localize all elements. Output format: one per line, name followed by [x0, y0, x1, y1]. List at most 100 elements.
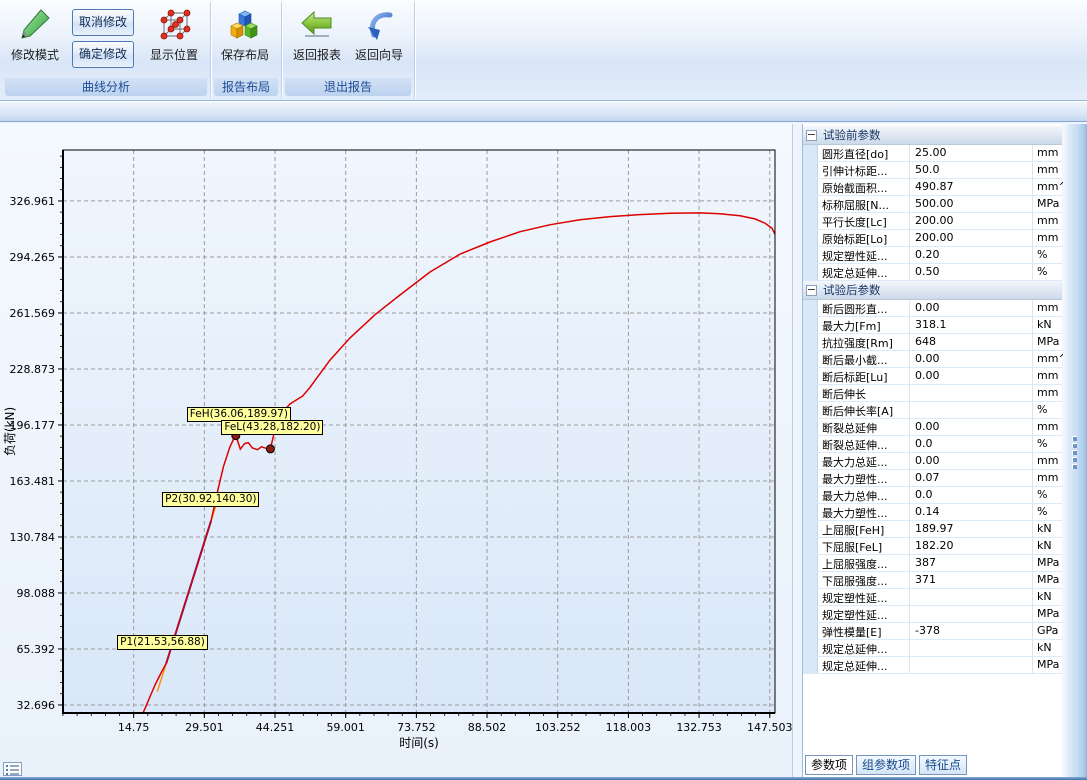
row-gutter	[803, 145, 818, 161]
cell-name: 规定塑性延...	[818, 606, 910, 622]
table-row[interactable]: 上屈服[FeH]189.97kN	[803, 521, 1062, 538]
panel-splitter[interactable]	[1063, 124, 1087, 777]
table-row[interactable]: 最大力塑性...0.07mm	[803, 470, 1062, 487]
x-axis-title: 时间(s)	[399, 736, 439, 750]
point-label-P1[interactable]: P1(21.53,56.88)	[117, 635, 208, 650]
cell-val: 0.00	[910, 300, 1033, 316]
cell-unit: MPa	[1033, 572, 1062, 588]
cell-val: 0.0	[910, 487, 1033, 503]
table-row[interactable]: 规定总延伸...kN	[803, 640, 1062, 657]
table-row[interactable]: 原始截面积...490.87mm^2	[803, 179, 1062, 196]
cell-name: 规定总延伸...	[818, 640, 910, 656]
cubes-icon	[226, 5, 264, 45]
cell-unit: mm	[1033, 470, 1062, 486]
table-row[interactable]: 规定总延伸...0.50%	[803, 264, 1062, 281]
row-gutter	[803, 504, 818, 520]
cell-unit: %	[1033, 487, 1062, 503]
cell-unit: mm	[1033, 145, 1062, 161]
table-row[interactable]: 引伸计标距...50.0mm	[803, 162, 1062, 179]
caption-bar	[0, 101, 1087, 122]
table-row[interactable]: 断后伸长mm	[803, 385, 1062, 402]
splitter-grip	[1072, 436, 1077, 471]
cancel-modify-button[interactable]: 取消修改	[72, 9, 134, 36]
cell-unit: kN	[1033, 538, 1062, 554]
point-dot-FeL	[266, 445, 274, 453]
table-row[interactable]: 断后标距[Lu]0.00mm	[803, 368, 1062, 385]
cell-val: 371	[910, 572, 1033, 588]
show-position-button[interactable]: 显示位置	[142, 5, 206, 63]
collapse-icon[interactable]	[806, 285, 817, 296]
table-row[interactable]: 规定总延伸...MPa	[803, 657, 1062, 674]
cell-name: 弹性模量[E]	[818, 623, 910, 639]
cell-unit: mm	[1033, 162, 1062, 178]
cell-val: 0.0	[910, 436, 1033, 452]
table-row[interactable]: 最大力塑性...0.14%	[803, 504, 1062, 521]
cell-name: 引伸计标距...	[818, 162, 910, 178]
table-row[interactable]: 断裂总延伸...0.0%	[803, 436, 1062, 453]
cell-name: 上屈服强度...	[818, 555, 910, 571]
table-row[interactable]: 上屈服强度...387MPa	[803, 555, 1062, 572]
table-row[interactable]: 平行长度[Lc]200.00mm	[803, 213, 1062, 230]
cell-name: 规定总延伸...	[818, 657, 910, 673]
cell-name: 断后最小截...	[818, 351, 910, 367]
table-row[interactable]: 标称屈服[N...500.00MPa	[803, 196, 1062, 213]
load-time-chart[interactable]: 14.7529.50144.25159.00173.75288.502103.2…	[0, 124, 793, 777]
group-label-curve-analysis: 曲线分析	[5, 78, 207, 96]
cell-val	[910, 385, 1033, 401]
tab-特征点[interactable]: 特征点	[919, 755, 967, 775]
save-layout-button[interactable]: 保存布局	[214, 5, 276, 63]
cell-name: 最大力总延...	[818, 453, 910, 469]
cell-name: 断后标距[Lu]	[818, 368, 910, 384]
cell-unit: MPa	[1033, 606, 1062, 622]
table-row[interactable]: 下屈服[FeL]182.20kN	[803, 538, 1062, 555]
cell-name: 标称屈服[N...	[818, 196, 910, 212]
y-tick-label: 261.569	[10, 307, 56, 320]
table-row[interactable]: 规定塑性延...kN	[803, 589, 1062, 606]
cell-name: 最大力[Fm]	[818, 317, 910, 333]
table-row[interactable]: 断后圆形直...0.00mm	[803, 300, 1062, 317]
row-gutter	[803, 368, 818, 384]
cell-val: 500.00	[910, 196, 1033, 212]
cell-val: 182.20	[910, 538, 1033, 554]
y-tick-label: 163.481	[10, 475, 56, 488]
point-label-FeL[interactable]: FeL(43.28,182.20)	[221, 420, 323, 435]
parameter-table: 试验前参数圆形直径[do]25.00mm引伸计标距...50.0mm原始截面积.…	[803, 126, 1062, 674]
cell-val: 25.00	[910, 145, 1033, 161]
section-header[interactable]: 试验前参数	[803, 126, 1062, 145]
return-report-button[interactable]: 返回报表	[288, 5, 346, 63]
table-row[interactable]: 断后伸长率[A]%	[803, 402, 1062, 419]
modify-mode-label: 修改模式	[11, 46, 59, 63]
x-tick-label: 59.001	[326, 721, 365, 734]
table-row[interactable]: 最大力总延...0.00mm	[803, 453, 1062, 470]
cell-val	[910, 606, 1033, 622]
table-row[interactable]: 断后最小截...0.00mm^2	[803, 351, 1062, 368]
y-tick-label: 98.088	[17, 587, 56, 600]
point-label-P2[interactable]: P2(30.92,140.30)	[162, 492, 259, 507]
row-gutter	[803, 487, 818, 503]
table-row[interactable]: 断裂总延伸0.00mm	[803, 419, 1062, 436]
row-gutter	[803, 402, 818, 418]
tab-组参数项[interactable]: 组参数项	[856, 755, 916, 775]
cell-val: 318.1	[910, 317, 1033, 333]
group-label-exit-report: 退出报告	[285, 78, 411, 96]
cell-val: 189.97	[910, 521, 1033, 537]
table-row[interactable]: 规定塑性延... MPa	[803, 606, 1062, 623]
collapse-icon[interactable]	[806, 130, 817, 141]
tab-参数项[interactable]: 参数项	[805, 755, 853, 775]
table-row[interactable]: 规定塑性延...0.20%	[803, 247, 1062, 264]
legend-list-icon[interactable]	[3, 762, 22, 776]
table-row[interactable]: 圆形直径[do]25.00mm	[803, 145, 1062, 162]
table-row[interactable]: 弹性模量[E]-378GPa	[803, 623, 1062, 640]
return-wizard-button[interactable]: 返回向导	[348, 5, 410, 63]
confirm-modify-button[interactable]: 确定修改	[72, 41, 134, 68]
x-tick-label: 147.503	[747, 721, 792, 734]
table-row[interactable]: 抗拉强度[Rm]648MPa	[803, 334, 1062, 351]
table-row[interactable]: 原始标距[Lo]200.00mm	[803, 230, 1062, 247]
cell-unit: %	[1033, 436, 1062, 452]
table-row[interactable]: 下屈服强度...371MPa	[803, 572, 1062, 589]
modify-mode-button[interactable]: 修改模式	[4, 5, 66, 63]
row-gutter	[803, 196, 818, 212]
table-row[interactable]: 最大力[Fm]318.1kN	[803, 317, 1062, 334]
section-header[interactable]: 试验后参数	[803, 281, 1062, 300]
table-row[interactable]: 最大力总伸...0.0%	[803, 487, 1062, 504]
